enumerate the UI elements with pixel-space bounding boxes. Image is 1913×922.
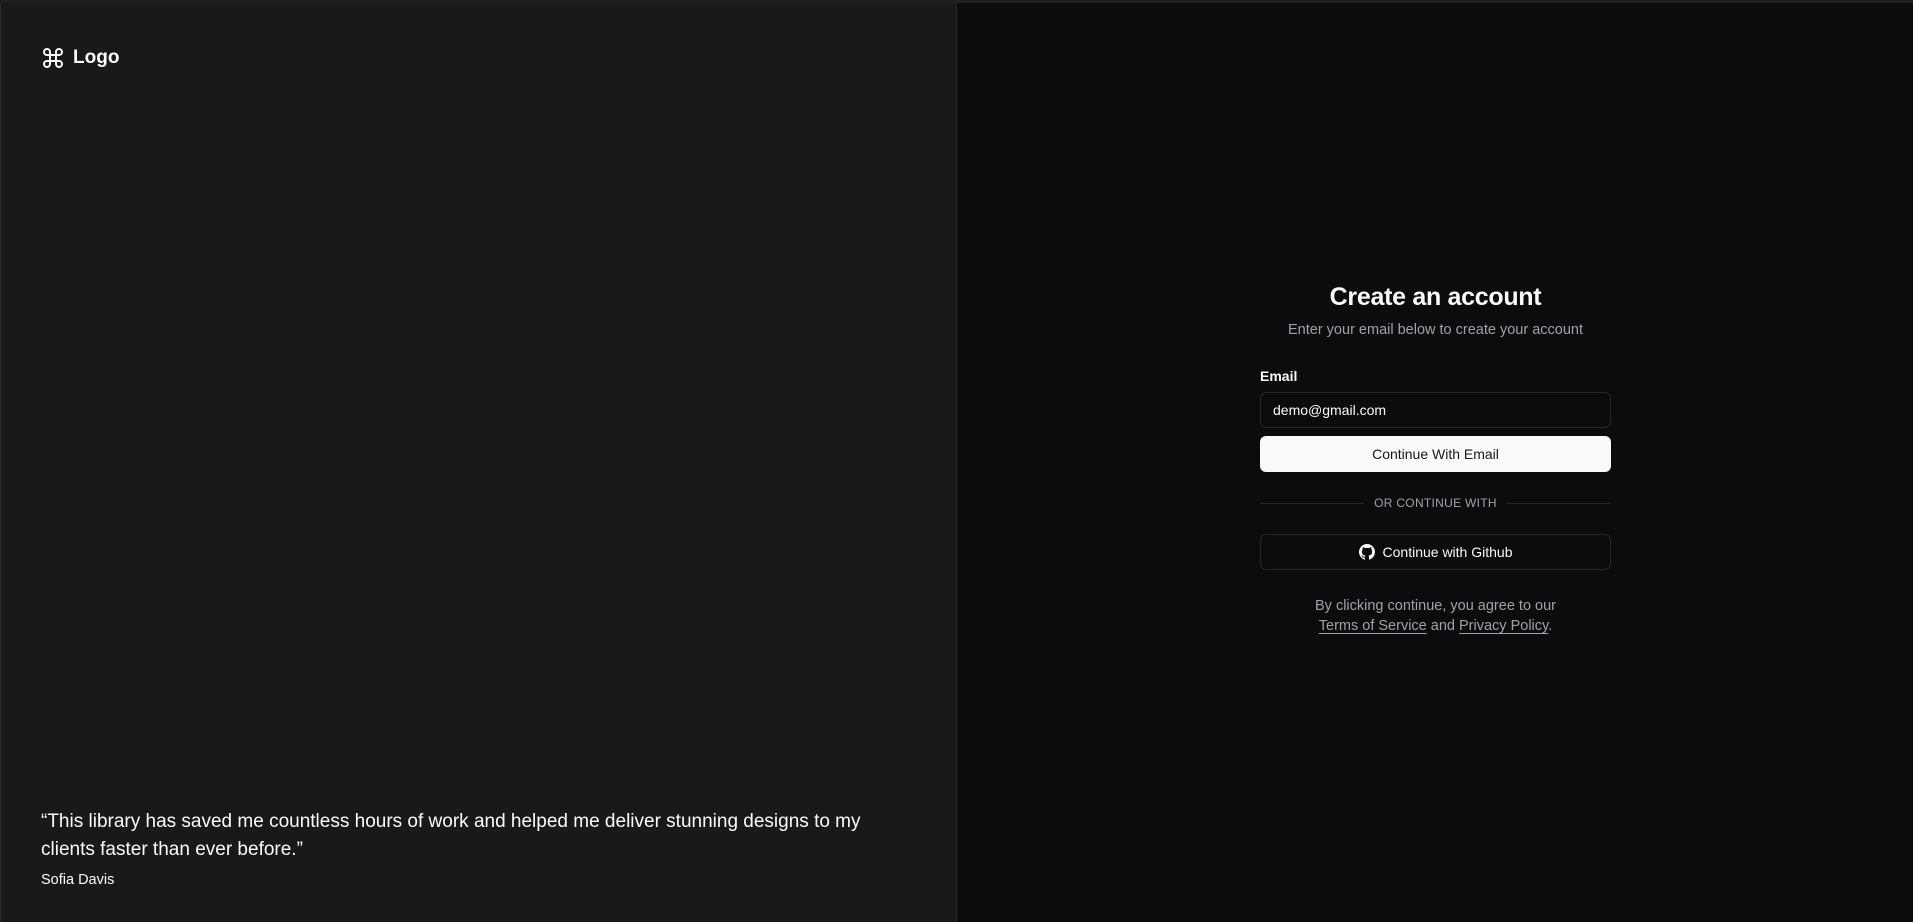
logo-text: Logo (73, 47, 120, 68)
signup-form: Create an account Enter your email below… (1260, 283, 1612, 636)
divider-line-left (1260, 502, 1365, 504)
privacy-policy-link[interactable]: Privacy Policy (1459, 618, 1548, 634)
continue-with-github-button[interactable]: Continue with Github (1260, 534, 1611, 570)
page-title: Create an account (1329, 283, 1542, 311)
terms-prefix: By clicking continue, you agree to our (1315, 598, 1556, 614)
github-icon (1358, 544, 1375, 560)
continue-with-email-button[interactable]: Continue With Email (1260, 436, 1611, 472)
testimonial-panel: Logo “This library has saved me countles… (0, 3, 957, 922)
brand-logo[interactable]: Logo (41, 46, 119, 70)
terms-notice: By clicking continue, you agree to our T… (1260, 596, 1611, 636)
page-subtitle: Enter your email below to create your ac… (1288, 322, 1583, 338)
divider-text: OR CONTINUE WITH (1374, 496, 1497, 510)
divider-line-right (1506, 502, 1612, 504)
testimonial-quote: “This library has saved me countless hou… (41, 811, 861, 860)
email-field[interactable] (1260, 392, 1611, 428)
command-icon (41, 46, 65, 70)
terms-of-service-link[interactable]: Terms of Service (1319, 618, 1427, 634)
terms-suffix: . (1548, 618, 1553, 634)
terms-and: and (1430, 618, 1455, 634)
email-label: Email (1260, 368, 1298, 384)
testimonial-author: Sofia Davis (41, 872, 115, 888)
github-button-label: Continue with Github (1382, 544, 1513, 560)
divider: OR CONTINUE WITH (1260, 496, 1612, 510)
